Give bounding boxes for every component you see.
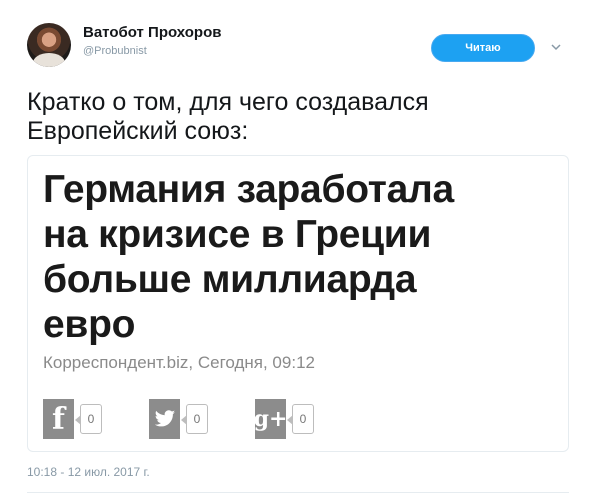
- headline-line: евро: [43, 303, 136, 346]
- user-name[interactable]: Ватобот Прохоров: [83, 24, 221, 41]
- share-count: 0: [181, 404, 208, 434]
- headline-line: Германия заработала: [43, 168, 454, 211]
- google-plus-icon: g+: [254, 399, 287, 439]
- divider: [27, 492, 569, 493]
- share-count: 0: [287, 404, 314, 434]
- tweet-text: Кратко о том, для чего создавался Европе…: [27, 88, 567, 146]
- google-plus-share-button: g+ 0: [254, 399, 314, 439]
- tweet-text-line: Кратко о том, для чего создавался: [27, 88, 429, 116]
- facebook-icon: f: [43, 399, 74, 439]
- twitter-share-button: 0: [149, 399, 208, 439]
- news-headline: Германия заработала на кризисе в Греции …: [43, 167, 513, 347]
- share-buttons: f 0 0 g+ 0: [43, 399, 363, 439]
- facebook-share-button: f 0: [43, 399, 102, 439]
- chevron-down-icon[interactable]: [551, 42, 561, 52]
- tweet-text-line: Европейский союз:: [27, 117, 249, 145]
- following-button[interactable]: Читаю: [431, 34, 535, 62]
- tweet-timestamp[interactable]: 10:18 - 12 июл. 2017 г.: [27, 465, 150, 479]
- headline-line: больше миллиарда: [43, 258, 417, 301]
- user-handle[interactable]: @Probubnist: [83, 45, 147, 57]
- headline-line: на кризисе в Греции: [43, 213, 432, 256]
- twitter-icon: [149, 399, 180, 439]
- share-count: 0: [75, 404, 102, 434]
- avatar[interactable]: [27, 23, 71, 67]
- news-source: Корреспондент.biz, Сегодня, 09:12: [43, 353, 315, 372]
